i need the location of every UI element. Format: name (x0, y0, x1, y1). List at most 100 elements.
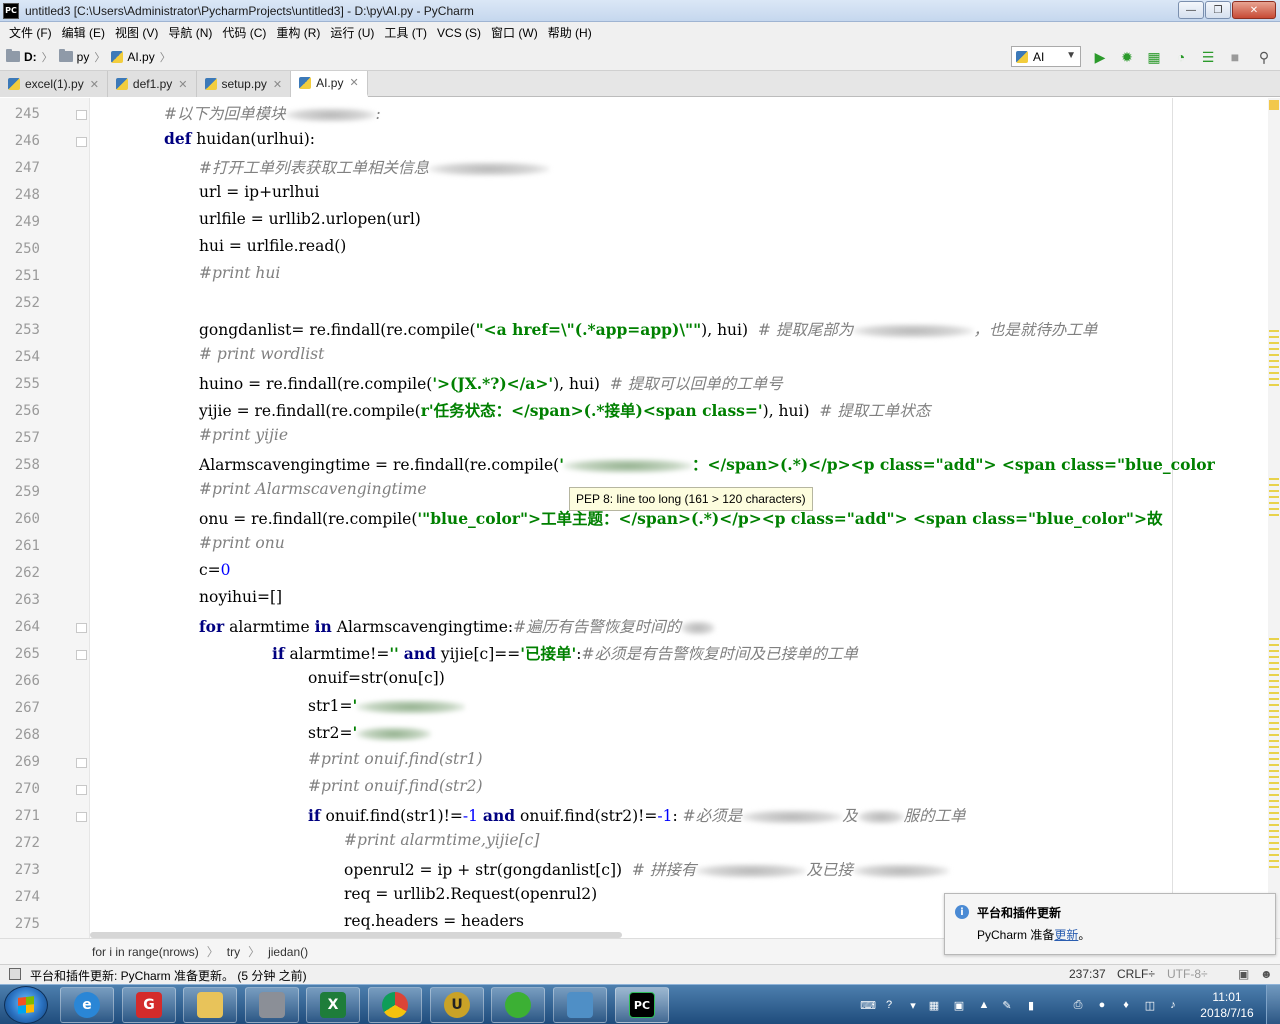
warning-mark[interactable] (1269, 794, 1279, 796)
warning-mark[interactable] (1269, 830, 1279, 832)
run-with-coverage-icon[interactable]: ▦ (1146, 49, 1162, 65)
warning-mark[interactable] (1269, 656, 1279, 658)
nav-crumb-file[interactable]: AI.py 〉 (111, 49, 171, 65)
warning-mark[interactable] (1269, 866, 1279, 868)
warning-mark[interactable] (1269, 710, 1279, 712)
nav-crumb-drive[interactable]: D: 〉 (6, 49, 53, 65)
warning-mark[interactable] (1269, 848, 1279, 850)
warning-mark[interactable] (1269, 330, 1279, 332)
profile-icon[interactable]: ◔ (1173, 49, 1189, 65)
network-icon[interactable]: ♦ (1119, 998, 1133, 1012)
warning-mark[interactable] (1269, 764, 1279, 766)
warning-mark[interactable] (1269, 698, 1279, 700)
warning-mark[interactable] (1269, 752, 1279, 754)
warning-mark[interactable] (1269, 680, 1279, 682)
tray-expand-icon[interactable]: ▾ (906, 998, 920, 1012)
volume-icon[interactable]: ♪ (1166, 998, 1180, 1012)
tray-app-icon[interactable]: ▲ (977, 998, 991, 1012)
tray-app-icon[interactable]: ▦ (927, 998, 941, 1012)
menu-file[interactable]: 文件 (F) (4, 24, 57, 41)
warning-indicator-icon[interactable] (1269, 100, 1279, 110)
fold-marker-icon[interactable] (76, 650, 87, 660)
menu-vcs[interactable]: VCS (S) (432, 26, 486, 40)
warning-mark[interactable] (1269, 722, 1279, 724)
warning-mark[interactable] (1269, 782, 1279, 784)
warning-mark[interactable] (1269, 692, 1279, 694)
taskbar-ie[interactable]: e (60, 987, 114, 1023)
restore-button[interactable]: ❐ (1205, 1, 1231, 19)
tab-ai[interactable]: AI.py ✕ (291, 71, 368, 97)
tool-window-toggle-icon[interactable] (9, 968, 21, 980)
menu-view[interactable]: 视图 (V) (110, 24, 163, 41)
caret-position[interactable]: 237:37 (1069, 967, 1106, 981)
warning-mark[interactable] (1269, 728, 1279, 730)
line-separator[interactable]: CRLF÷ (1117, 967, 1155, 981)
shield-icon[interactable]: ▮ (1024, 998, 1038, 1012)
fold-marker-icon[interactable] (76, 110, 87, 120)
warning-mark[interactable] (1269, 854, 1279, 856)
breadcrumb-item[interactable]: for i in range(nrows) (92, 945, 199, 959)
start-button[interactable] (4, 986, 48, 1024)
tray-red-app-icon[interactable]: ● (1095, 998, 1109, 1012)
show-desktop-button[interactable] (1266, 985, 1280, 1024)
search-icon[interactable]: ⚲ (1256, 49, 1272, 65)
taskbar-app-red[interactable]: G (122, 987, 176, 1023)
warning-mark[interactable] (1269, 502, 1279, 504)
warning-mark[interactable] (1269, 770, 1279, 772)
warning-mark[interactable] (1269, 824, 1279, 826)
breadcrumb-item[interactable]: jiedan() (268, 945, 308, 959)
display-icon[interactable]: ◫ (1143, 998, 1157, 1012)
system-clock[interactable]: 11:01 2018/7/16 (1196, 989, 1258, 1021)
warning-mark[interactable] (1269, 668, 1279, 670)
warning-mark[interactable] (1269, 842, 1279, 844)
warning-mark[interactable] (1269, 354, 1279, 356)
taskbar-explorer[interactable] (183, 987, 237, 1023)
warning-mark[interactable] (1269, 348, 1279, 350)
hector-icon[interactable]: ☻ (1260, 967, 1273, 981)
warning-mark[interactable] (1269, 514, 1279, 516)
warning-mark[interactable] (1269, 812, 1279, 814)
warning-mark[interactable] (1269, 378, 1279, 380)
pen-icon[interactable]: ✎ (1000, 998, 1014, 1012)
close-button[interactable]: ✕ (1232, 1, 1276, 19)
warning-mark[interactable] (1269, 650, 1279, 652)
warning-mark[interactable] (1269, 366, 1279, 368)
concurrency-diagram-icon[interactable]: ☰ (1200, 49, 1216, 65)
minimize-button[interactable]: — (1178, 1, 1204, 19)
warning-mark[interactable] (1269, 800, 1279, 802)
run-configuration-select[interactable]: AI ▼ (1011, 46, 1081, 67)
menu-window[interactable]: 窗口 (W) (486, 24, 543, 41)
menu-code[interactable]: 代码 (C) (217, 24, 271, 41)
warning-mark[interactable] (1269, 704, 1279, 706)
fold-marker-icon[interactable] (76, 137, 87, 147)
debug-icon[interactable]: ✹ (1119, 49, 1135, 65)
file-encoding[interactable]: UTF-8÷ (1167, 967, 1208, 981)
error-stripe[interactable] (1268, 98, 1280, 938)
close-icon[interactable]: ✕ (273, 78, 282, 91)
taskbar-chrome[interactable] (368, 987, 422, 1023)
warning-mark[interactable] (1269, 734, 1279, 736)
warning-mark[interactable] (1269, 478, 1279, 480)
warning-mark[interactable] (1269, 740, 1279, 742)
warning-mark[interactable] (1269, 662, 1279, 664)
warning-mark[interactable] (1269, 758, 1279, 760)
warning-mark[interactable] (1269, 644, 1279, 646)
nav-crumb-folder[interactable]: py 〉 (58, 49, 105, 65)
taskbar-excel[interactable]: X (306, 987, 360, 1023)
warning-mark[interactable] (1269, 342, 1279, 344)
warning-mark[interactable] (1269, 508, 1279, 510)
tab-excel1[interactable]: excel(1).py ✕ (0, 71, 108, 97)
taskbar-wechat[interactable] (491, 987, 545, 1023)
warning-mark[interactable] (1269, 336, 1279, 338)
run-icon[interactable]: ▶ (1092, 49, 1108, 65)
tab-setup[interactable]: setup.py ✕ (196, 71, 292, 97)
warning-mark[interactable] (1269, 788, 1279, 790)
lock-icon[interactable]: ▣ (1238, 967, 1249, 981)
menu-edit[interactable]: 编辑 (E) (57, 24, 110, 41)
warning-mark[interactable] (1269, 384, 1279, 386)
stop-icon[interactable]: ■ (1227, 49, 1243, 65)
warning-mark[interactable] (1269, 686, 1279, 688)
fold-marker-icon[interactable] (76, 785, 87, 795)
taskbar-tool[interactable] (245, 987, 299, 1023)
update-link[interactable]: 更新 (1054, 928, 1078, 942)
